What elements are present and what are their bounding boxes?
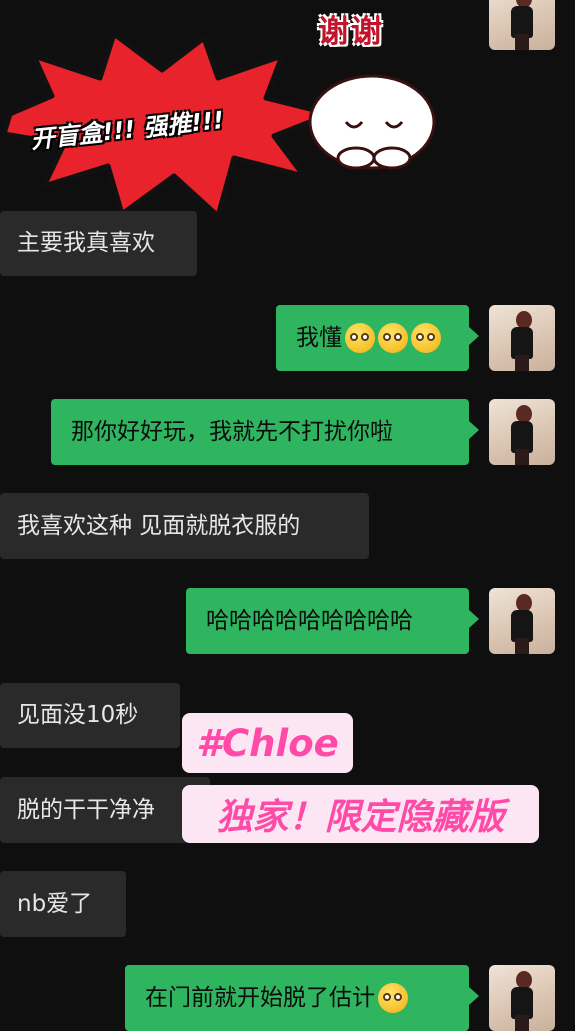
outgoing-message-bubble[interactable]: 哈哈哈哈哈哈哈哈哈: [186, 588, 479, 654]
message-text: 我喜欢这种 见面就脱衣服的: [17, 512, 301, 539]
promo-overlay: 独家！限定隐藏版: [182, 785, 539, 843]
incoming-message-bubble[interactable]: 主要我真喜欢: [0, 211, 197, 276]
incoming-message-bubble[interactable]: nb爱了: [0, 871, 126, 937]
message-text: 在门前就开始脱了估计: [145, 984, 375, 1011]
nervous-face-emoji-icon: [345, 323, 375, 353]
message-text: 我懂: [296, 324, 342, 351]
nervous-face-emoji-icon: [378, 323, 408, 353]
avatar[interactable]: [489, 965, 555, 1031]
avatar[interactable]: [489, 588, 555, 654]
incoming-message-bubble[interactable]: 我喜欢这种 见面就脱衣服的: [0, 493, 369, 559]
nervous-face-emoji-icon: [411, 323, 441, 353]
message-text: nb爱了: [17, 890, 93, 917]
sticker-thanks-text: 谢谢: [318, 14, 384, 50]
outgoing-message-bubble[interactable]: 我懂: [276, 305, 479, 371]
avatar[interactable]: [489, 305, 555, 371]
outgoing-message-bubble[interactable]: 在门前就开始脱了估计: [125, 965, 479, 1031]
message-text: 主要我真喜欢: [17, 230, 155, 256]
hashtag-overlay: #Chloe: [182, 713, 353, 773]
outgoing-message-bubble[interactable]: 那你好好玩，我就先不打扰你啦: [51, 399, 479, 465]
message-text: 见面没10秒: [17, 702, 139, 728]
message-text: 脱的干干净净: [17, 796, 155, 823]
message-text: 哈哈哈哈哈哈哈哈哈: [206, 607, 413, 634]
message-text: 那你好好玩，我就先不打扰你啦: [71, 418, 393, 445]
laughing-tears-emoji-icon: [378, 983, 408, 1013]
incoming-message-bubble[interactable]: 见面没10秒: [0, 683, 180, 748]
incoming-message-bubble[interactable]: 脱的干干净净: [0, 777, 210, 843]
avatar[interactable]: [489, 399, 555, 465]
bowing-blob-sticker: [308, 74, 436, 170]
avatar[interactable]: [489, 0, 555, 50]
chat-view: 开盲盒!!! 强推!!! 谢谢 主要我真喜欢 我懂 那你好好玩，我就先不打扰你啦…: [0, 0, 575, 1031]
